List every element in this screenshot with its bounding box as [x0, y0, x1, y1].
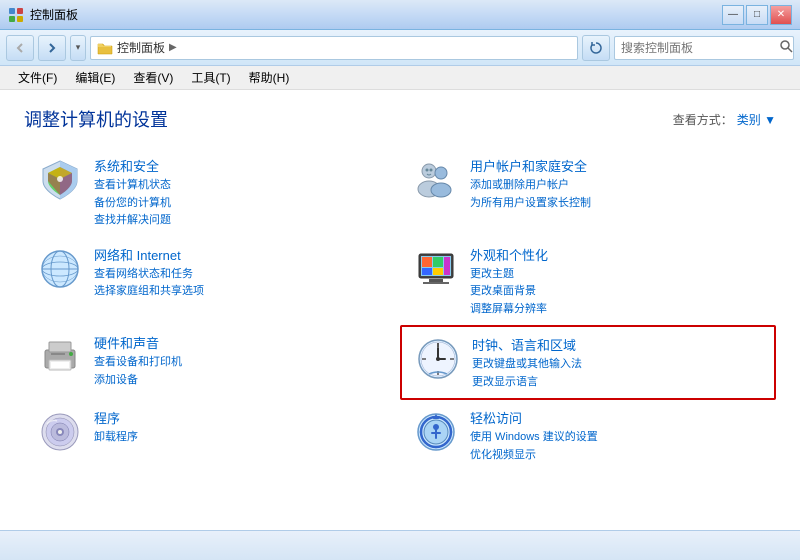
link-change-theme[interactable]: 更改主题	[470, 266, 764, 283]
search-bar	[614, 36, 794, 60]
link-backup[interactable]: 备份您的计算机	[94, 195, 388, 212]
address-bar[interactable]: 控制面板 ▶	[90, 36, 578, 60]
system-security-icon	[36, 156, 84, 204]
view-mode-label: 查看方式：	[673, 111, 733, 128]
status-bar	[0, 530, 800, 560]
forward-button[interactable]	[38, 35, 66, 61]
link-devices-printers[interactable]: 查看设备和打印机	[94, 354, 388, 371]
link-add-remove-users[interactable]: 添加或删除用户帐户	[470, 177, 764, 194]
title-bar-left: 控制面板	[8, 6, 78, 23]
category-system-security[interactable]: 系统和安全 查看计算机状态 备份您的计算机 查找并解决问题	[24, 148, 400, 237]
accessibility-title[interactable]: 轻松访问	[470, 408, 764, 427]
user-accounts-content: 用户帐户和家庭安全 添加或删除用户帐户 为所有用户设置家长控制	[470, 156, 764, 211]
menu-view[interactable]: 查看(V)	[125, 67, 181, 88]
link-optimize-video[interactable]: 优化视频显示	[470, 447, 764, 464]
categories-grid: 系统和安全 查看计算机状态 备份您的计算机 查找并解决问题	[24, 148, 776, 471]
programs-content: 程序 卸载程序	[94, 408, 388, 446]
page-title: 调整计算机的设置	[24, 106, 168, 132]
address-text: 控制面板	[117, 39, 165, 56]
menu-bar: 文件(F) 编辑(E) 查看(V) 工具(T) 帮助(H)	[0, 66, 800, 90]
link-uninstall[interactable]: 卸载程序	[94, 429, 388, 446]
appearance-icon	[412, 245, 460, 293]
link-keyboard-input[interactable]: 更改键盘或其他输入法	[472, 356, 762, 373]
search-icon[interactable]	[780, 40, 793, 56]
category-clock-language[interactable]: 时钟、语言和区域 更改键盘或其他输入法 更改显示语言	[400, 325, 776, 400]
view-mode-value[interactable]: 类别 ▼	[737, 111, 776, 128]
menu-help[interactable]: 帮助(H)	[241, 67, 298, 88]
menu-tools[interactable]: 工具(T)	[183, 67, 238, 88]
category-accessibility[interactable]: 轻松访问 使用 Windows 建议的设置 优化视频显示	[400, 400, 776, 471]
page-title-row: 调整计算机的设置 查看方式： 类别 ▼	[24, 106, 776, 132]
link-add-device[interactable]: 添加设备	[94, 372, 388, 389]
refresh-button[interactable]	[582, 35, 610, 61]
hardware-content: 硬件和声音 查看设备和打印机 添加设备	[94, 333, 388, 388]
view-mode-selector[interactable]: 查看方式： 类别 ▼	[673, 111, 776, 128]
user-accounts-links: 添加或删除用户帐户 为所有用户设置家长控制	[470, 177, 764, 211]
link-windows-suggested[interactable]: 使用 Windows 建议的设置	[470, 429, 764, 446]
hardware-title[interactable]: 硬件和声音	[94, 333, 388, 352]
hardware-links: 查看设备和打印机 添加设备	[94, 354, 388, 388]
back-button[interactable]	[6, 35, 34, 61]
appearance-content: 外观和个性化 更改主题 更改桌面背景 调整屏幕分辨率	[470, 245, 764, 318]
title-bar: 控制面板 — □ ✕	[0, 0, 800, 30]
link-display-language[interactable]: 更改显示语言	[472, 374, 762, 391]
accessibility-icon	[412, 408, 460, 456]
system-security-content: 系统和安全 查看计算机状态 备份您的计算机 查找并解决问题	[94, 156, 388, 229]
appearance-title[interactable]: 外观和个性化	[470, 245, 764, 264]
maximize-button[interactable]: □	[746, 5, 768, 25]
link-computer-status[interactable]: 查看计算机状态	[94, 177, 388, 194]
clock-language-title[interactable]: 时钟、语言和区域	[472, 335, 762, 354]
network-content: 网络和 Internet 查看网络状态和任务 选择家庭组和共享选项	[94, 245, 388, 300]
network-links: 查看网络状态和任务 选择家庭组和共享选项	[94, 266, 388, 300]
nav-dropdown-button[interactable]: ▾	[70, 35, 86, 61]
system-security-links: 查看计算机状态 备份您的计算机 查找并解决问题	[94, 177, 388, 229]
link-parental-controls[interactable]: 为所有用户设置家长控制	[470, 195, 764, 212]
control-panel-icon	[8, 7, 24, 23]
window-controls: — □ ✕	[722, 5, 792, 25]
address-arrow: ▶	[169, 42, 177, 53]
category-user-accounts[interactable]: 用户帐户和家庭安全 添加或删除用户帐户 为所有用户设置家长控制	[400, 148, 776, 237]
minimize-button[interactable]: —	[722, 5, 744, 25]
accessibility-links: 使用 Windows 建议的设置 优化视频显示	[470, 429, 764, 463]
programs-icon	[36, 408, 84, 456]
programs-title[interactable]: 程序	[94, 408, 388, 427]
clock-language-links: 更改键盘或其他输入法 更改显示语言	[472, 356, 762, 390]
link-troubleshoot[interactable]: 查找并解决问题	[94, 212, 388, 229]
address-folder-icon	[97, 40, 113, 56]
clock-language-content: 时钟、语言和区域 更改键盘或其他输入法 更改显示语言	[472, 335, 762, 390]
window-title: 控制面板	[30, 6, 78, 23]
category-network[interactable]: 网络和 Internet 查看网络状态和任务 选择家庭组和共享选项	[24, 237, 400, 326]
navigation-bar: ▾ 控制面板 ▶	[0, 30, 800, 66]
close-button[interactable]: ✕	[770, 5, 792, 25]
programs-links: 卸载程序	[94, 429, 388, 446]
network-icon	[36, 245, 84, 293]
system-security-title[interactable]: 系统和安全	[94, 156, 388, 175]
category-hardware[interactable]: 硬件和声音 查看设备和打印机 添加设备	[24, 325, 400, 400]
content-area: 调整计算机的设置 查看方式： 类别 ▼ 系统	[0, 90, 800, 530]
link-network-status[interactable]: 查看网络状态和任务	[94, 266, 388, 283]
menu-edit[interactable]: 编辑(E)	[67, 67, 123, 88]
menu-file[interactable]: 文件(F)	[10, 67, 65, 88]
category-appearance[interactable]: 外观和个性化 更改主题 更改桌面背景 调整屏幕分辨率	[400, 237, 776, 326]
user-accounts-title[interactable]: 用户帐户和家庭安全	[470, 156, 764, 175]
user-accounts-icon	[412, 156, 460, 204]
hardware-icon	[36, 333, 84, 381]
clock-language-icon	[414, 335, 462, 383]
search-input[interactable]	[621, 41, 776, 55]
link-screen-resolution[interactable]: 调整屏幕分辨率	[470, 301, 764, 318]
accessibility-content: 轻松访问 使用 Windows 建议的设置 优化视频显示	[470, 408, 764, 463]
network-title[interactable]: 网络和 Internet	[94, 245, 388, 264]
link-desktop-background[interactable]: 更改桌面背景	[470, 283, 764, 300]
appearance-links: 更改主题 更改桌面背景 调整屏幕分辨率	[470, 266, 764, 318]
category-programs[interactable]: 程序 卸载程序	[24, 400, 400, 471]
link-homegroup[interactable]: 选择家庭组和共享选项	[94, 283, 388, 300]
